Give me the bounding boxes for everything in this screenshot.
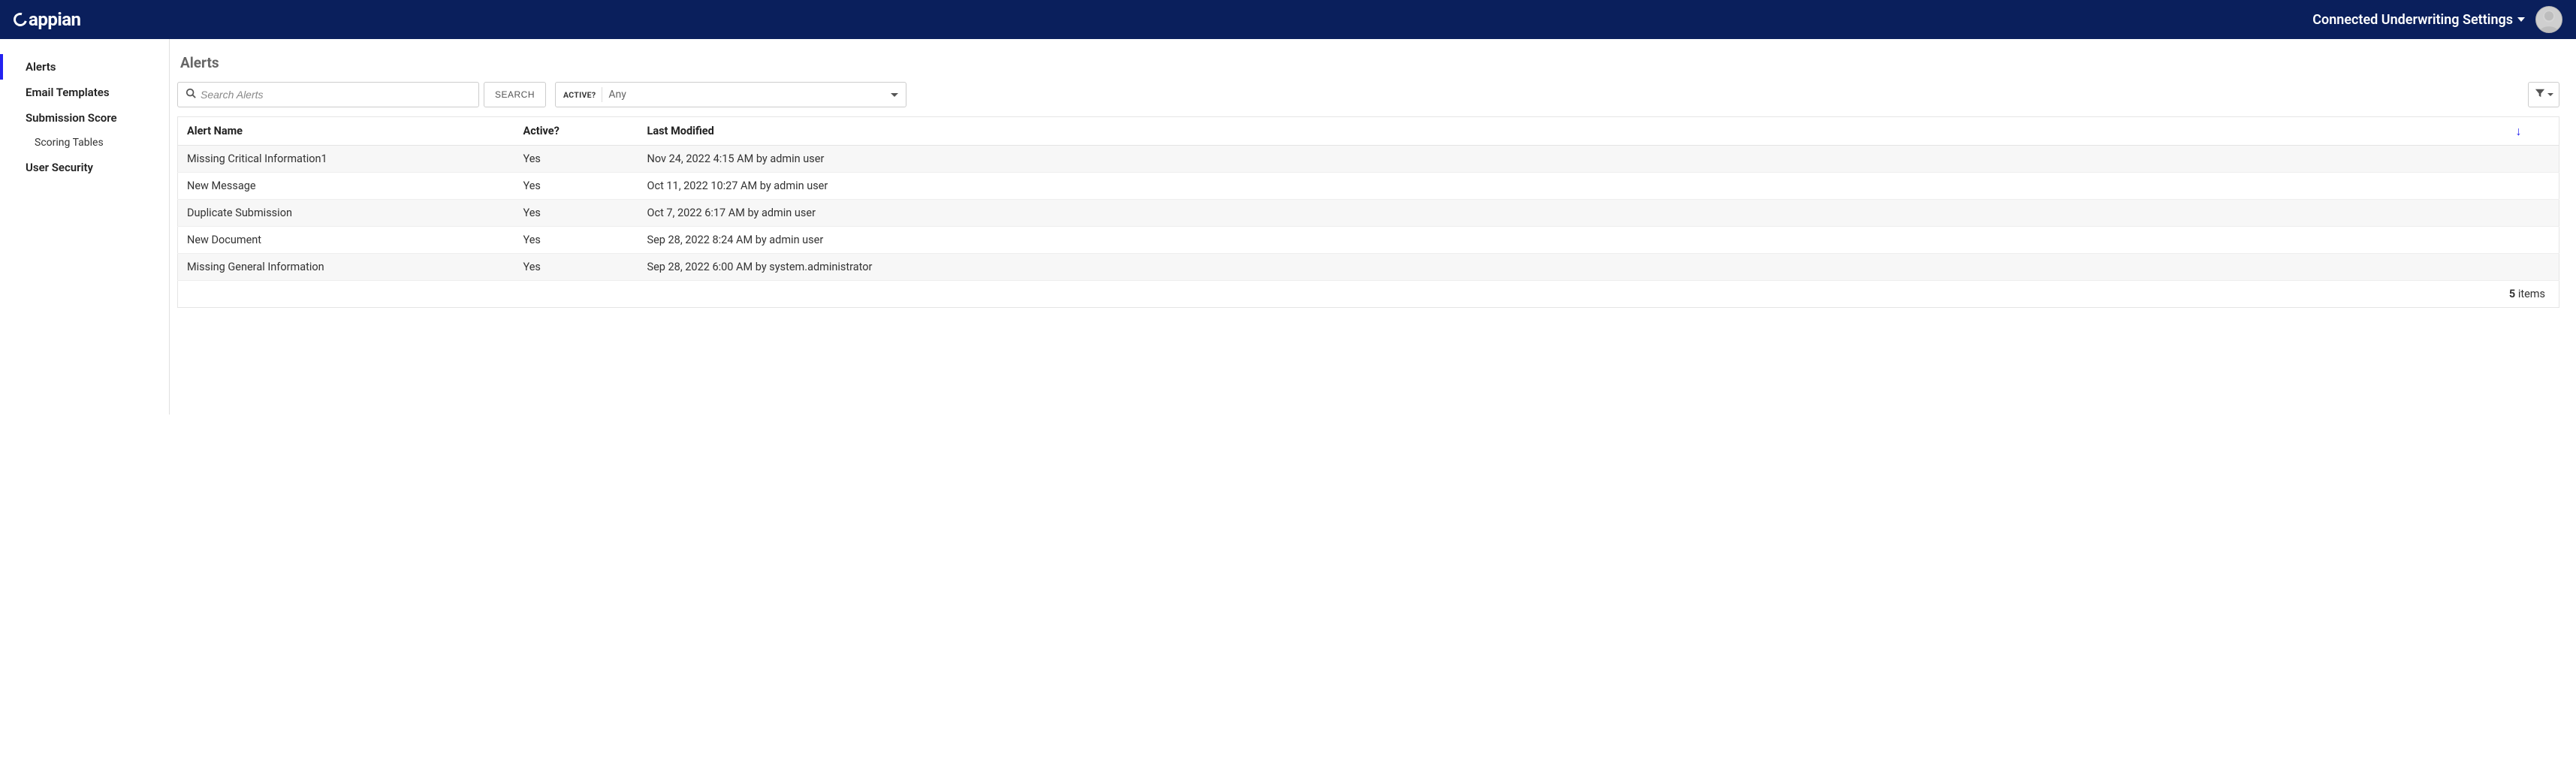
search-icon: [186, 88, 196, 101]
cell-name: Duplicate Submission: [178, 200, 514, 227]
table-footer: 5 items: [177, 281, 2559, 308]
filter-options-button[interactable]: [2528, 82, 2559, 107]
search-input[interactable]: [201, 83, 478, 107]
col-header-active[interactable]: Active?: [514, 117, 638, 146]
app-header: appian Connected Underwriting Settings: [0, 0, 2576, 39]
sidebar-item-label: Email Templates: [26, 86, 110, 99]
caret-down-icon: [2517, 17, 2525, 22]
item-count-suffix: items: [2515, 288, 2545, 300]
sidebar: Alerts Email Templates Submission Score …: [0, 39, 169, 415]
cell-actions: [2531, 227, 2559, 254]
cell-actions: [2531, 254, 2559, 281]
table-row[interactable]: New Document Yes Sep 28, 2022 8:24 AM by…: [178, 227, 2559, 254]
cell-modified: Nov 24, 2022 4:15 AM by admin user: [638, 146, 2531, 173]
cell-actions: [2531, 146, 2559, 173]
col-header-modified[interactable]: Last Modified ↓: [638, 117, 2531, 146]
sidebar-item-alerts[interactable]: Alerts: [0, 54, 169, 80]
funnel-icon: [2535, 88, 2545, 101]
cell-modified: Sep 28, 2022 6:00 AM by system.administr…: [638, 254, 2531, 281]
logo-text: appian: [29, 9, 81, 30]
cell-name: Missing Critical Information1: [178, 146, 514, 173]
search-button[interactable]: SEARCH: [484, 82, 546, 107]
cell-active: Yes: [514, 146, 638, 173]
appian-logo[interactable]: appian: [14, 9, 81, 30]
layout: Alerts Email Templates Submission Score …: [0, 39, 2576, 415]
search-field-wrap: [177, 82, 479, 107]
sidebar-item-email-templates[interactable]: Email Templates: [0, 80, 169, 105]
sidebar-item-label: Alerts: [26, 60, 56, 74]
table-header-row: Alert Name Active? Last Modified ↓: [178, 117, 2559, 146]
cell-actions: [2531, 173, 2559, 200]
avatar[interactable]: [2535, 6, 2562, 33]
sidebar-item-label: Submission Score: [26, 111, 117, 125]
item-count: 5: [2509, 288, 2515, 300]
sidebar-item-submission-score[interactable]: Submission Score: [0, 105, 169, 131]
sidebar-sub-scoring-tables[interactable]: Scoring Tables: [0, 131, 169, 155]
col-header-name[interactable]: Alert Name: [178, 117, 514, 146]
col-header-modified-text: Last Modified: [647, 125, 714, 137]
logo-arc-icon: [11, 11, 30, 29]
cell-modified: Sep 28, 2022 8:24 AM by admin user: [638, 227, 2531, 254]
toolbar: SEARCH ACTIVE? Any: [177, 82, 2559, 107]
chevron-down-icon: [2547, 93, 2553, 96]
table-row[interactable]: Duplicate Submission Yes Oct 7, 2022 6:1…: [178, 200, 2559, 227]
site-title: Connected Underwriting Settings: [2312, 12, 2513, 28]
table-row[interactable]: New Message Yes Oct 11, 2022 10:27 AM by…: [178, 173, 2559, 200]
cell-actions: [2531, 200, 2559, 227]
cell-name: New Message: [178, 173, 514, 200]
cell-active: Yes: [514, 173, 638, 200]
active-filter-label: ACTIVE?: [563, 90, 596, 100]
cell-modified: Oct 11, 2022 10:27 AM by admin user: [638, 173, 2531, 200]
col-header-actions: [2531, 117, 2559, 146]
sidebar-sub-label: Scoring Tables: [35, 137, 104, 149]
cell-name: Missing General Information: [178, 254, 514, 281]
cell-active: Yes: [514, 200, 638, 227]
header-right: Connected Underwriting Settings: [2312, 6, 2562, 33]
page-title: Alerts: [180, 54, 2559, 71]
table-row[interactable]: Missing Critical Information1 Yes Nov 24…: [178, 146, 2559, 173]
cell-name: New Document: [178, 227, 514, 254]
chevron-down-icon: [891, 93, 898, 97]
user-icon: [2536, 7, 2562, 32]
cell-active: Yes: [514, 254, 638, 281]
cell-modified: Oct 7, 2022 6:17 AM by admin user: [638, 200, 2531, 227]
table-row[interactable]: Missing General Information Yes Sep 28, …: [178, 254, 2559, 281]
sidebar-item-user-security[interactable]: User Security: [0, 155, 169, 180]
active-filter-select[interactable]: ACTIVE? Any: [555, 82, 906, 107]
active-filter-value: Any: [608, 89, 626, 101]
site-selector[interactable]: Connected Underwriting Settings: [2312, 12, 2525, 28]
sort-desc-icon: ↓: [2516, 124, 2522, 139]
cell-active: Yes: [514, 227, 638, 254]
main-content: Alerts SEARCH ACTIVE? Any: [169, 39, 2576, 415]
sidebar-item-label: User Security: [26, 161, 93, 174]
alerts-table: Alert Name Active? Last Modified ↓ Missi…: [177, 116, 2559, 281]
